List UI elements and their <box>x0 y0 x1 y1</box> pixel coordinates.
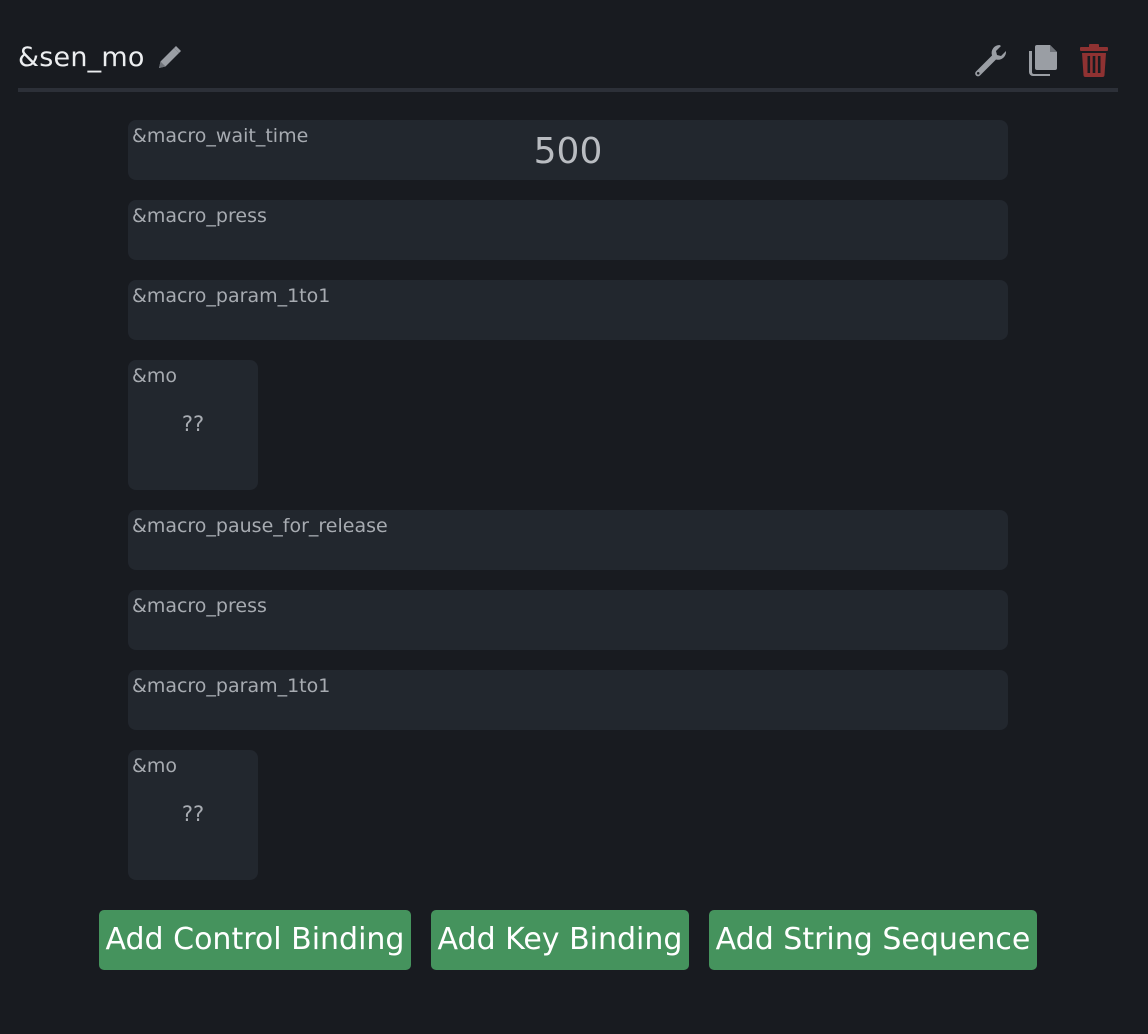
binding-row-mo[interactable]: &mo ?? <box>128 360 258 490</box>
binding-label: &macro_param_1to1 <box>132 285 331 307</box>
pencil-icon[interactable] <box>155 44 183 72</box>
binding-row-press[interactable]: &macro_press <box>128 590 1008 650</box>
binding-label: &macro_pause_for_release <box>132 515 388 537</box>
macro-header: &sen_mo <box>18 38 1118 92</box>
header-actions <box>956 42 1112 78</box>
binding-row-mo[interactable]: &mo ?? <box>128 750 258 880</box>
binding-label: &mo <box>132 365 177 387</box>
macro-title: &sen_mo <box>18 42 145 73</box>
binding-row-wait-time[interactable]: &macro_wait_time 500 <box>128 120 1008 180</box>
binding-label: &mo <box>132 755 177 777</box>
title-group: &sen_mo <box>18 42 183 73</box>
add-key-binding-button[interactable]: Add Key Binding <box>431 910 689 970</box>
binding-label: &macro_press <box>132 595 267 617</box>
copy-icon[interactable] <box>1024 42 1060 78</box>
binding-row-param[interactable]: &macro_param_1to1 <box>128 670 1008 730</box>
add-string-sequence-button[interactable]: Add String Sequence <box>709 910 1037 970</box>
binding-param-placeholder: ?? <box>181 412 205 436</box>
add-control-binding-button[interactable]: Add Control Binding <box>99 910 411 970</box>
binding-label: &macro_press <box>132 205 267 227</box>
binding-row-press[interactable]: &macro_press <box>128 200 1008 260</box>
binding-row-param[interactable]: &macro_param_1to1 <box>128 280 1008 340</box>
binding-param-placeholder: ?? <box>181 802 205 826</box>
binding-label: &macro_param_1to1 <box>132 675 331 697</box>
wrench-icon[interactable] <box>972 42 1008 78</box>
binding-value: 500 <box>533 131 603 172</box>
trash-icon[interactable] <box>1076 42 1112 78</box>
binding-row-pause-for-release[interactable]: &macro_pause_for_release <box>128 510 1008 570</box>
